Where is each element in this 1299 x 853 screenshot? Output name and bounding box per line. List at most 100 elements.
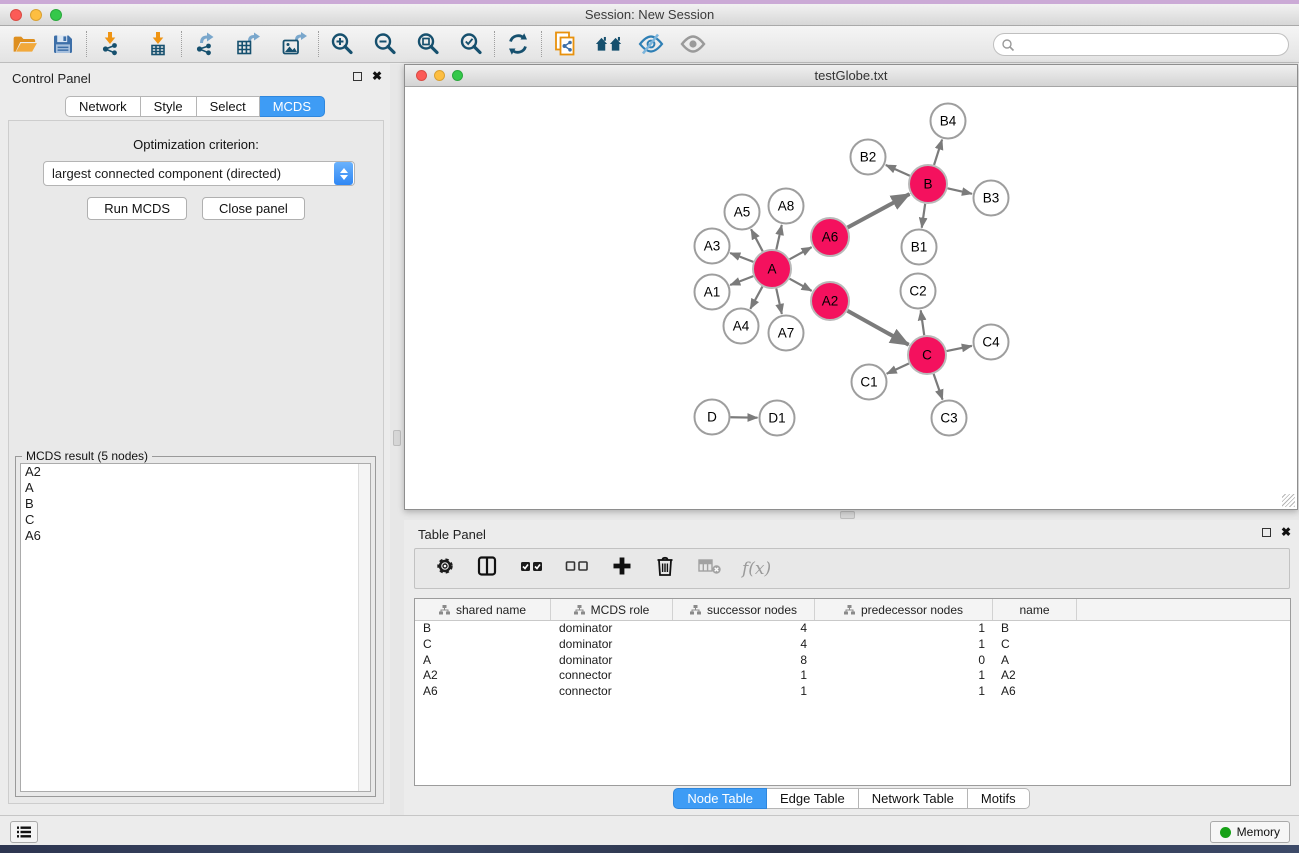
close-panel-icon[interactable]: ✖ bbox=[372, 71, 382, 81]
memory-button[interactable]: Memory bbox=[1210, 821, 1290, 843]
node-B3[interactable]: B3 bbox=[974, 181, 1009, 216]
table-cell[interactable]: connector bbox=[551, 668, 673, 684]
first-neighbors-icon[interactable] bbox=[594, 30, 624, 58]
edge-C-C2[interactable] bbox=[921, 310, 924, 335]
node-C2[interactable]: C2 bbox=[901, 274, 936, 309]
table-row[interactable]: A2connector11A2 bbox=[415, 668, 1290, 684]
add-column-icon[interactable] bbox=[611, 555, 633, 582]
export-table-icon[interactable] bbox=[234, 30, 264, 58]
column-header-MCDS-role[interactable]: MCDS role bbox=[551, 599, 673, 620]
table-cell[interactable]: A bbox=[993, 653, 1077, 669]
float-panel-icon[interactable] bbox=[353, 72, 362, 81]
network-window-titlebar[interactable]: testGlobe.txt bbox=[405, 65, 1297, 87]
tab-edge-table[interactable]: Edge Table bbox=[767, 788, 859, 809]
table-cell[interactable]: B bbox=[993, 621, 1077, 637]
edge-A-A3[interactable] bbox=[730, 253, 753, 262]
table-cell[interactable]: 1 bbox=[673, 684, 815, 700]
table-cell[interactable]: dominator bbox=[551, 621, 673, 637]
node-A1[interactable]: A1 bbox=[695, 275, 730, 310]
node-C[interactable]: C bbox=[908, 336, 946, 374]
table-cell[interactable]: dominator bbox=[551, 637, 673, 653]
node-C3[interactable]: C3 bbox=[932, 401, 967, 436]
edge-A-A8[interactable] bbox=[776, 225, 781, 249]
close-panel-button[interactable]: Close panel bbox=[202, 197, 305, 220]
edge-C-C4[interactable] bbox=[947, 346, 972, 351]
mcds-result-item[interactable]: B bbox=[21, 496, 370, 512]
table-row[interactable]: A6connector11A6 bbox=[415, 684, 1290, 700]
table-row[interactable]: Bdominator41B bbox=[415, 621, 1290, 637]
select-all-icon[interactable] bbox=[520, 557, 544, 580]
node-D[interactable]: D bbox=[695, 400, 730, 435]
table-cell[interactable]: 1 bbox=[673, 668, 815, 684]
node-A5[interactable]: A5 bbox=[725, 195, 760, 230]
mcds-result-item[interactable]: A bbox=[21, 480, 370, 496]
tab-select[interactable]: Select bbox=[197, 96, 260, 117]
edge-A-A7[interactable] bbox=[776, 289, 782, 314]
edge-B-B2[interactable] bbox=[886, 165, 910, 176]
table-cell[interactable]: A2 bbox=[993, 668, 1077, 684]
clone-network-icon[interactable] bbox=[550, 30, 580, 58]
list-scrollbar[interactable] bbox=[358, 464, 370, 791]
table-cell[interactable]: C bbox=[993, 637, 1077, 653]
show-graphics-details-icon[interactable] bbox=[636, 30, 666, 58]
horizontal-splitter[interactable] bbox=[404, 510, 1299, 520]
zoom-out-icon[interactable] bbox=[370, 30, 400, 58]
table-row[interactable]: Cdominator41C bbox=[415, 637, 1290, 653]
vertical-splitter[interactable] bbox=[390, 64, 404, 815]
float-panel-icon[interactable] bbox=[1262, 528, 1271, 537]
table-cell[interactable]: A bbox=[415, 653, 551, 669]
node-B4[interactable]: B4 bbox=[931, 104, 966, 139]
node-C4[interactable]: C4 bbox=[974, 325, 1009, 360]
edge-A6-B[interactable] bbox=[848, 194, 910, 227]
run-mcds-button[interactable]: Run MCDS bbox=[87, 197, 187, 220]
edge-C-C3[interactable] bbox=[934, 374, 943, 400]
splitter-handle[interactable] bbox=[840, 511, 855, 519]
mcds-result-item[interactable]: A2 bbox=[21, 464, 370, 480]
edge-A-A2[interactable] bbox=[790, 279, 812, 291]
export-image-icon[interactable] bbox=[280, 30, 310, 58]
column-header-name[interactable]: name bbox=[993, 599, 1077, 620]
node-A7[interactable]: A7 bbox=[769, 316, 804, 351]
node-A3[interactable]: A3 bbox=[695, 229, 730, 264]
delete-table-icon[interactable] bbox=[697, 556, 723, 581]
table-options-gear-icon[interactable] bbox=[434, 555, 456, 582]
table-cell[interactable]: 1 bbox=[815, 668, 993, 684]
node-A8[interactable]: A8 bbox=[769, 189, 804, 224]
mcds-result-item[interactable]: A6 bbox=[21, 528, 370, 544]
table-cell[interactable]: A6 bbox=[415, 684, 551, 700]
node-C1[interactable]: C1 bbox=[852, 365, 887, 400]
tab-style[interactable]: Style bbox=[141, 96, 197, 117]
table-cell[interactable]: 4 bbox=[673, 621, 815, 637]
close-panel-icon[interactable]: ✖ bbox=[1281, 527, 1291, 537]
node-B2[interactable]: B2 bbox=[851, 140, 886, 175]
column-header-successor-nodes[interactable]: successor nodes bbox=[673, 599, 815, 620]
table-cell[interactable]: 8 bbox=[673, 653, 815, 669]
table-cell[interactable]: 1 bbox=[815, 637, 993, 653]
mcds-result-item[interactable]: C bbox=[21, 512, 370, 528]
table-cell[interactable]: dominator bbox=[551, 653, 673, 669]
edge-A-A1[interactable] bbox=[730, 276, 753, 285]
edge-B-B4[interactable] bbox=[934, 140, 942, 165]
hide-graphics-details-icon[interactable] bbox=[678, 30, 708, 58]
tab-mcds[interactable]: MCDS bbox=[260, 96, 325, 117]
tab-node-table[interactable]: Node Table bbox=[673, 788, 767, 809]
deselect-all-icon[interactable] bbox=[565, 557, 589, 580]
tab-network[interactable]: Network bbox=[65, 96, 141, 117]
tab-network-table[interactable]: Network Table bbox=[859, 788, 968, 809]
table-cell[interactable]: A2 bbox=[415, 668, 551, 684]
save-session-icon[interactable] bbox=[48, 30, 78, 58]
table-cell[interactable]: 1 bbox=[815, 621, 993, 637]
import-table-icon[interactable] bbox=[143, 30, 173, 58]
node-A6[interactable]: A6 bbox=[811, 218, 849, 256]
edge-A-A4[interactable] bbox=[750, 287, 762, 309]
edge-B-B1[interactable] bbox=[922, 204, 925, 228]
table-cell[interactable]: 1 bbox=[815, 684, 993, 700]
splitter-handle[interactable] bbox=[393, 430, 401, 446]
edge-A-A5[interactable] bbox=[751, 229, 763, 251]
node-A4[interactable]: A4 bbox=[724, 309, 759, 344]
table-cell[interactable]: C bbox=[415, 637, 551, 653]
node-B1[interactable]: B1 bbox=[902, 230, 937, 265]
edge-B-B3[interactable] bbox=[948, 188, 972, 193]
table-cell[interactable]: A6 bbox=[993, 684, 1077, 700]
show-tasks-button[interactable] bbox=[10, 821, 38, 843]
